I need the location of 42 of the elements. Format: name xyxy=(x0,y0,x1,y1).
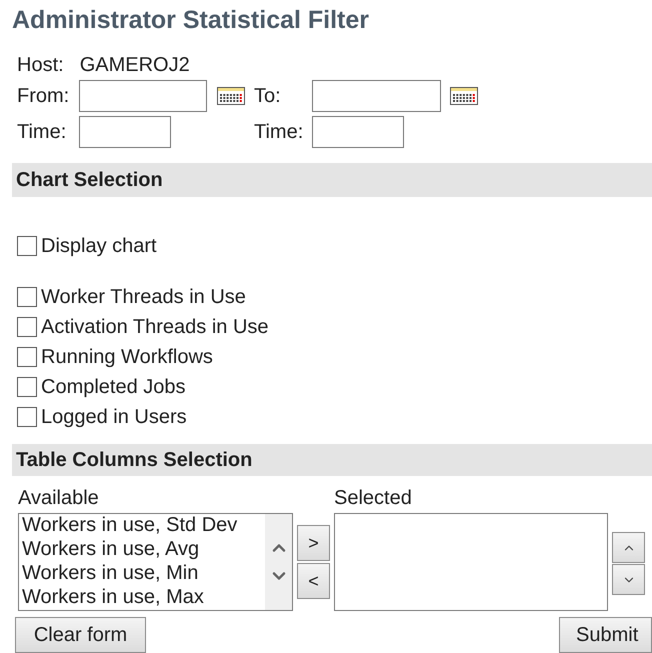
column-label: Available xyxy=(18,487,100,509)
checkbox-label: Activation Threads in Use xyxy=(41,315,269,340)
checkbox-label: Running Workflows xyxy=(41,345,213,370)
checkbox-label: Display chart xyxy=(41,234,157,259)
available-listbox[interactable]: Workers in use, Std Dev Workers in use, Avg Workers in use, Min Workers in use, Max xyxy=(18,513,293,611)
checkbox[interactable] xyxy=(17,236,37,256)
to-label: To: xyxy=(254,84,282,109)
host-value: GAMEROJ2 xyxy=(80,54,190,76)
checkbox[interactable] xyxy=(17,317,37,337)
scrollbar[interactable] xyxy=(265,514,292,610)
move-up-button[interactable] xyxy=(612,532,645,563)
remove-button[interactable]: < xyxy=(297,563,330,599)
input-field[interactable] xyxy=(79,80,207,112)
checkbox[interactable] xyxy=(17,287,37,307)
time-label: Time: xyxy=(254,120,304,145)
clear-form-button[interactable]: Clear form xyxy=(15,617,146,653)
checkbox-label: Completed Jobs xyxy=(41,375,186,400)
from-label: From: xyxy=(17,84,70,109)
calendar-icon[interactable] xyxy=(450,87,478,105)
time-label: Time: xyxy=(17,120,68,145)
checkbox[interactable] xyxy=(17,347,37,367)
section-header: Table Columns Selection xyxy=(12,444,652,476)
list-option[interactable]: Workers in use, Max xyxy=(22,585,265,609)
list-option[interactable]: Workers in use, Std Dev xyxy=(22,514,265,537)
calendar-icon[interactable] xyxy=(217,87,245,105)
column-label: Selected xyxy=(334,487,412,509)
checkbox[interactable] xyxy=(17,407,37,427)
checkbox[interactable] xyxy=(17,377,37,397)
list-option[interactable]: Workers in use, Avg xyxy=(22,537,265,561)
checkbox-label: Worker Threads in Use xyxy=(41,285,246,310)
host-label: Host: xyxy=(17,54,64,76)
list-option[interactable]: Workers in use, Min xyxy=(22,561,265,585)
move-down-button[interactable] xyxy=(612,564,645,595)
section-header: Chart Selection xyxy=(12,163,652,197)
submit-button[interactable]: Submit xyxy=(559,617,652,653)
selected-listbox[interactable] xyxy=(334,513,608,611)
page-title: Administrator Statistical Filter xyxy=(12,5,370,34)
input-field[interactable] xyxy=(312,80,441,112)
add-button[interactable]: > xyxy=(297,525,330,561)
checkbox-label: Logged in Users xyxy=(41,405,187,430)
input-field[interactable] xyxy=(79,116,171,148)
input-field[interactable] xyxy=(312,116,404,148)
